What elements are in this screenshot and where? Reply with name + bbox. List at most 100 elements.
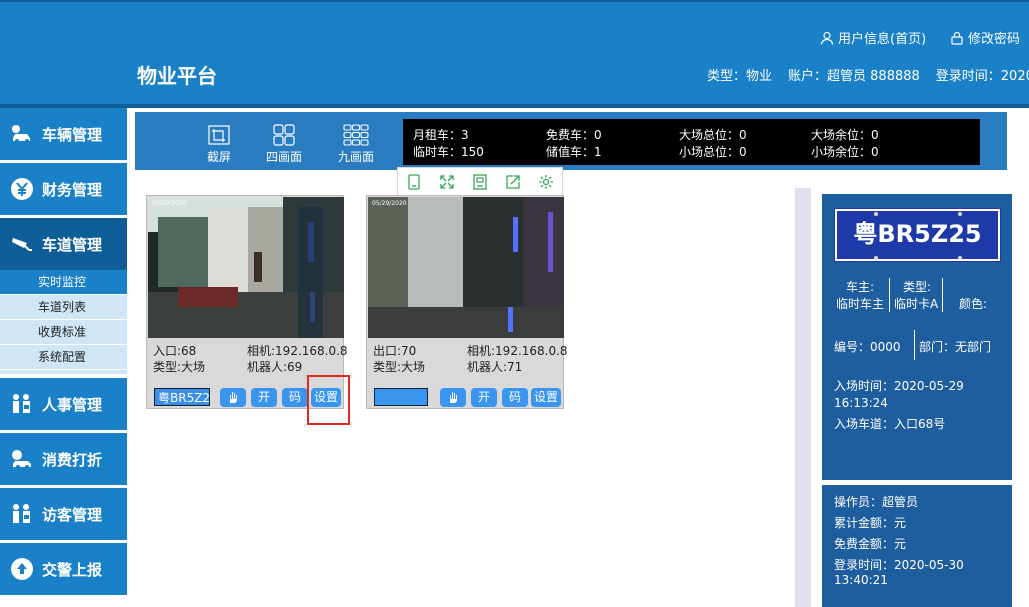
vertical-scrollbar[interactable] (795, 188, 811, 607)
discount-car-icon (12, 450, 31, 469)
camera-card-exit[interactable]: 05/29/2020 出口:70 相机:192.168.0.8 类型:大场 机器… (366, 195, 568, 409)
camera-timestamp: 05/29/2020 (372, 200, 407, 207)
sidebar-item-police-report[interactable]: 交警上报 (0, 543, 127, 595)
area-type: 类型:大场 (373, 360, 426, 374)
plate-rivet (958, 256, 962, 260)
four-view-tool[interactable]: 四画面 (260, 124, 308, 165)
camera-feed[interactable]: 05/29/2020 (368, 197, 564, 338)
robot-label: 机器人:71 (467, 360, 523, 374)
free-amount: 免费金额：元 (834, 537, 907, 551)
sidebar-item-finance[interactable]: 财务管理 (0, 163, 127, 215)
open-gate-button[interactable]: 开 (251, 388, 277, 407)
account-name: 账户：超管员 888888 (788, 69, 920, 84)
voice-button[interactable] (440, 388, 466, 407)
save-icon[interactable] (471, 173, 489, 191)
gate-label: 出口:70 (373, 344, 417, 358)
sidebar: 车辆管理 财务管理 车道管理 实时监控 车道列表 收费标准 系统配置 人事管理 … (0, 108, 127, 607)
submenu-fee-standard[interactable]: 收费标准 (0, 320, 127, 345)
camera-ip: 相机:192.168.0.8 (467, 344, 568, 358)
camera-timestamp: 05/29/2020 (152, 200, 187, 207)
sidebar-item-lane[interactable]: 车道管理 (0, 218, 127, 270)
grid-nine-icon (343, 124, 369, 146)
hand-icon (230, 392, 237, 403)
stat-stored: 储值车：1 (546, 145, 602, 159)
screenshot-tool[interactable]: 截屏 (195, 124, 243, 165)
header-info: 类型：物业 账户：超管员 888888 登录时间：2020- (707, 65, 1029, 84)
gate-label: 入口:68 (153, 344, 197, 358)
sidebar-item-discount[interactable]: 消费打折 (0, 433, 127, 485)
hand-icon (450, 392, 457, 403)
code-button[interactable]: 码 (282, 388, 308, 407)
sidebar-item-hr[interactable]: 人事管理 (0, 378, 127, 430)
app-title: 物业平台 (137, 64, 217, 88)
screenshot-label: 截屏 (206, 150, 231, 164)
nine-view-label: 九画面 (337, 150, 374, 164)
operator-login-time: 登录时间：2020-05-30 (834, 558, 964, 572)
header-divider (0, 104, 1029, 108)
camera-feed[interactable]: 05/29/2020 (148, 197, 344, 338)
entry-lane: 入场车道：入口68号 (834, 417, 946, 431)
lock-icon (951, 31, 963, 45)
gear-icon[interactable] (537, 173, 555, 191)
lane-submenu: 实时监控 车道列表 收费标准 系统配置 (0, 270, 127, 374)
sidebar-item-vehicle[interactable]: 车辆管理 (0, 108, 127, 160)
settings-button[interactable]: 设置 (311, 388, 341, 407)
change-password-label: 修改密码 (968, 32, 1021, 47)
plate-field[interactable]: 粤BR5Z25 (154, 388, 210, 406)
upload-icon (11, 558, 33, 580)
plate-rivet (874, 256, 878, 260)
people-icon (13, 504, 30, 523)
settings-button[interactable]: 设置 (531, 388, 561, 407)
plate-rivet (874, 212, 878, 216)
operator-login-clock: 13:40:21 (834, 573, 888, 587)
sidebar-item-label: 消费打折 (42, 450, 103, 469)
card-type-label: 类型: (903, 280, 932, 294)
sidebar-item-label: 人事管理 (42, 395, 103, 414)
divider (942, 278, 943, 312)
camera-hover-toolbar (397, 167, 563, 196)
change-password-link[interactable]: 修改密码 (950, 28, 1020, 47)
stat-monthly: 月租车：3 (413, 128, 469, 142)
divider (914, 330, 915, 360)
vehicle-detail-panel: 粤BR5Z25 车主: 临时车主 类型: 临时卡A 颜色: 编号：0000 部门… (822, 194, 1012, 480)
card-type-value: 临时卡A (894, 297, 939, 311)
parking-stats: 月租车：3 临时车：150 免费车：0 储值车：1 大场总位：0 小场总位：0 … (403, 119, 980, 165)
license-plate: 粤BR5Z25 (834, 208, 1001, 262)
user-info-link[interactable]: 用户信息(首页) (820, 28, 926, 47)
app-root: 物业平台 用户信息(首页) 修改密码 类型：物业 账户：超管员 888888 登录时… (0, 0, 1029, 607)
submenu-lane-list[interactable]: 车道列表 (0, 295, 127, 320)
submenu-realtime-monitor[interactable]: 实时监控 (0, 270, 127, 295)
code-button[interactable]: 码 (502, 388, 528, 407)
vehicle-number: 编号：0000 (834, 340, 901, 354)
nine-view-tool[interactable]: 九画面 (332, 124, 380, 165)
user-icon (820, 31, 834, 45)
four-view-label: 四画面 (265, 150, 302, 164)
plate-rivet (958, 212, 962, 216)
grid-four-icon (273, 124, 295, 146)
camera-ip: 相机:192.168.0.8 (247, 344, 348, 358)
entry-clock: 16:13:24 (834, 396, 888, 410)
stat-temporary: 临时车：150 (413, 145, 484, 159)
voice-button[interactable] (220, 388, 246, 407)
car-icon (12, 125, 30, 143)
owner-label: 车主: (846, 280, 875, 294)
sidebar-item-label: 财务管理 (42, 180, 103, 199)
divider (889, 278, 890, 312)
camera-actions: 开 码 设置 (367, 387, 565, 409)
stat-big-free: 大场余位：0 (811, 128, 879, 142)
open-gate-button[interactable]: 开 (471, 388, 497, 407)
fullscreen-icon[interactable] (438, 173, 456, 191)
stat-small-total: 小场总位：0 (679, 145, 747, 159)
submenu-system-config[interactable]: 系统配置 (0, 345, 127, 370)
area-type: 类型:大场 (153, 360, 206, 374)
account-type: 类型：物业 (707, 69, 773, 84)
people-icon (13, 394, 30, 413)
stat-big-total: 大场总位：0 (679, 128, 747, 142)
camera-card-entrance[interactable]: 05/29/2020 入口:68 相机:192.168.0.8 类型:大场 机器… (146, 195, 348, 409)
share-icon[interactable] (504, 173, 522, 191)
plate-field[interactable] (374, 388, 428, 406)
tablet-icon[interactable] (405, 173, 423, 191)
sidebar-item-label: 车道管理 (42, 235, 103, 254)
user-info-label: 用户信息(首页) (838, 32, 927, 47)
sidebar-item-visitor[interactable]: 访客管理 (0, 488, 127, 540)
